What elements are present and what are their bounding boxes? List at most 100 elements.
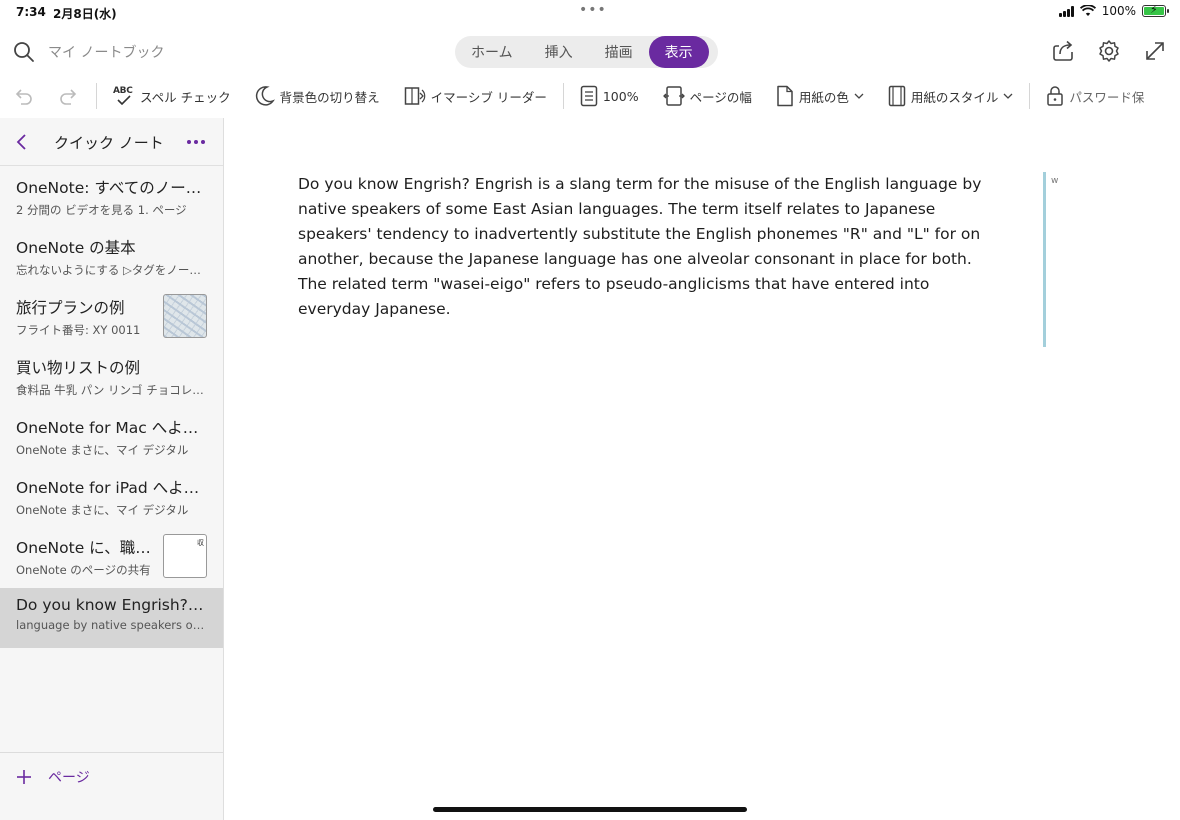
ribbon-divider — [96, 83, 97, 109]
spell-check-label: スペル チェック — [140, 89, 231, 105]
add-page-label: ページ — [48, 770, 90, 786]
top-right-actions — [1050, 38, 1168, 64]
undo-button[interactable] — [0, 85, 46, 107]
document-thumbnail: 収 — [163, 534, 207, 578]
ribbon-divider — [1029, 83, 1031, 109]
page-item-title: OneNote: すべてのノートをひとつの場所に — [16, 179, 207, 197]
share-icon[interactable] — [1050, 38, 1076, 64]
chevron-down-icon — [854, 93, 864, 99]
page-item-onenote-basics[interactable]: OneNote の基本 忘れないようにする ▷タグをノートに — [0, 228, 223, 288]
page-item-onenote-all-notes[interactable]: OneNote: すべてのノートをひとつの場所に 2 分間の ビデオを見る 1.… — [0, 168, 223, 228]
page-item-travel-plan[interactable]: 旅行プランの例 フライト番号: XY 0011 — [0, 288, 223, 348]
status-indicators: 100% ⚡ — [1058, 3, 1169, 18]
note-paragraph[interactable]: The related term "wasei-eigo" refers to … — [298, 272, 988, 322]
paper-style-icon — [888, 85, 906, 107]
page-item-preview: OneNote まさに、マイ デジタル — [16, 443, 189, 457]
background-toggle-button[interactable]: 背景色の切り替え — [243, 85, 392, 107]
section-title: クイック ノート — [54, 134, 164, 152]
page-item-preview: 忘れないようにする ▷タグをノートに — [16, 263, 207, 277]
tab-home[interactable]: ホーム — [455, 36, 529, 68]
ribbon-tabs: ホーム 挿入 描画 表示 — [455, 36, 718, 68]
page-item-onenote-ipad[interactable]: OneNote for iPad へようこそ OneNote まさに、マイ デジ… — [0, 468, 223, 528]
note-side-marker: w — [1051, 176, 1059, 186]
battery-icon: ⚡ — [1142, 3, 1169, 17]
page-item-title: OneNote の基本 — [16, 239, 136, 257]
password-protect-button[interactable]: パスワード保 — [1034, 85, 1156, 107]
add-page-button[interactable]: ページ — [14, 767, 90, 787]
page-list-footer: ページ — [0, 752, 223, 820]
page-item-engrish[interactable]: Do you know Engrish? Engrish is a slang … — [0, 588, 223, 648]
immersive-reader-icon — [404, 87, 425, 105]
battery-percent: 100% — [1101, 4, 1136, 18]
page-list: OneNote: すべてのノートをひとつの場所に 2 分間の ビデオを見る 1.… — [0, 168, 223, 648]
tab-draw[interactable]: 描画 — [589, 36, 649, 68]
lock-icon — [1047, 86, 1064, 106]
page-item-preview: 食料品 牛乳 パン リンゴ チョコレート — [16, 383, 207, 397]
zoom-label: 100% — [602, 88, 639, 104]
password-protect-label: パスワード保 — [1069, 89, 1145, 105]
top-toolbar: ホーム 挿入 描画 表示 — [0, 30, 1180, 74]
page-item-title: OneNote for Mac へようこそ — [16, 419, 207, 437]
redo-button[interactable] — [46, 85, 92, 107]
immersive-reader-label: イマーシブ リーダー — [430, 89, 547, 105]
page-item-preview: OneNote のページの共有 — [16, 563, 151, 577]
page-item-onenote-work-school[interactable]: OneNote に、職場や学校の OneNote のページの共有 収 — [0, 528, 223, 588]
multitask-dots[interactable]: ••• — [579, 2, 607, 18]
note-container-handle[interactable] — [1043, 172, 1046, 347]
page-width-button[interactable]: ページの幅 — [651, 85, 764, 107]
map-thumbnail — [163, 294, 207, 338]
section-header: クイック ノート — [0, 118, 223, 166]
paper-style-label: 用紙のスタイル — [910, 89, 999, 105]
page-width-icon — [662, 86, 685, 106]
moon-icon — [255, 86, 275, 106]
ribbon-divider — [562, 83, 564, 109]
paper-color-label: 用紙の色 — [798, 89, 849, 105]
status-date: 2月8日(水) — [53, 7, 117, 21]
onenote-ipad-screen: 7:34 2月8日(水) ••• 100% ⚡ ホーム — [0, 0, 1180, 820]
page-item-preview: フライト番号: XY 0011 — [16, 323, 141, 337]
plus-icon — [17, 770, 31, 784]
chevron-down-icon — [1003, 93, 1013, 99]
redo-icon — [60, 89, 77, 105]
thumbnail-text: 収 — [197, 539, 204, 547]
page-item-preview: 2 分間の ビデオを見る 1. ページ — [16, 203, 187, 217]
page-width-label: ページの幅 — [689, 89, 752, 105]
search-icon[interactable] — [12, 40, 36, 64]
note-canvas[interactable]: Do you know Engrish? Engrish is a slang … — [224, 118, 1180, 820]
view-ribbon: ABC スペル チェック 背景色の切り替え イマーシブ リーダー 100% ペー… — [0, 74, 1180, 118]
gear-icon[interactable] — [1096, 38, 1122, 64]
expand-icon[interactable] — [1142, 38, 1168, 64]
page-item-onenote-mac[interactable]: OneNote for Mac へようこそ OneNote まさに、マイ デジタ… — [0, 408, 223, 468]
search-input[interactable] — [48, 42, 348, 64]
page-item-title: OneNote for iPad へようこそ — [16, 479, 207, 497]
page-zoom-icon — [580, 85, 598, 107]
paper-icon — [777, 85, 793, 107]
spell-check-button[interactable]: ABC スペル チェック — [101, 86, 243, 106]
immersive-reader-button[interactable]: イマーシブ リーダー — [392, 86, 559, 106]
chevron-left-icon[interactable] — [12, 132, 32, 152]
page-list-panel: クイック ノート OneNote: すべてのノートをひとつの場所に 2 分間の … — [0, 118, 224, 820]
paper-style-button[interactable]: 用紙のスタイル — [876, 85, 1026, 107]
wifi-icon — [1079, 5, 1096, 16]
paper-color-button[interactable]: 用紙の色 — [764, 85, 876, 107]
note-paragraph[interactable]: Do you know Engrish? Engrish is a slang … — [298, 172, 988, 272]
page-item-preview: OneNote まさに、マイ デジタル — [16, 503, 189, 517]
spell-check-icon: ABC — [113, 86, 135, 106]
undo-icon — [15, 89, 32, 105]
background-toggle-label: 背景色の切り替え — [279, 89, 380, 105]
status-bar: 7:34 2月8日(水) ••• 100% ⚡ — [0, 0, 1180, 24]
zoom-button[interactable]: 100% — [568, 85, 651, 107]
page-item-title: OneNote に、職場や学校の — [16, 539, 156, 557]
more-options-icon[interactable] — [185, 132, 207, 152]
page-item-preview: language by native speakers of some East… — [16, 618, 207, 632]
tab-insert[interactable]: 挿入 — [529, 36, 589, 68]
page-item-title: 買い物リストの例 — [16, 359, 141, 377]
cellular-signal-icon — [1058, 5, 1074, 17]
note-container[interactable]: Do you know Engrish? Engrish is a slang … — [298, 172, 988, 322]
page-item-shopping-list[interactable]: 買い物リストの例 食料品 牛乳 パン リンゴ チョコレート — [0, 348, 223, 408]
page-item-title: Do you know Engrish? Engrish is a slang … — [16, 596, 207, 614]
page-item-title: 旅行プランの例 — [16, 299, 125, 317]
tab-view[interactable]: 表示 — [648, 36, 709, 68]
status-time: 7:34 — [16, 5, 46, 19]
home-indicator[interactable] — [433, 807, 747, 812]
